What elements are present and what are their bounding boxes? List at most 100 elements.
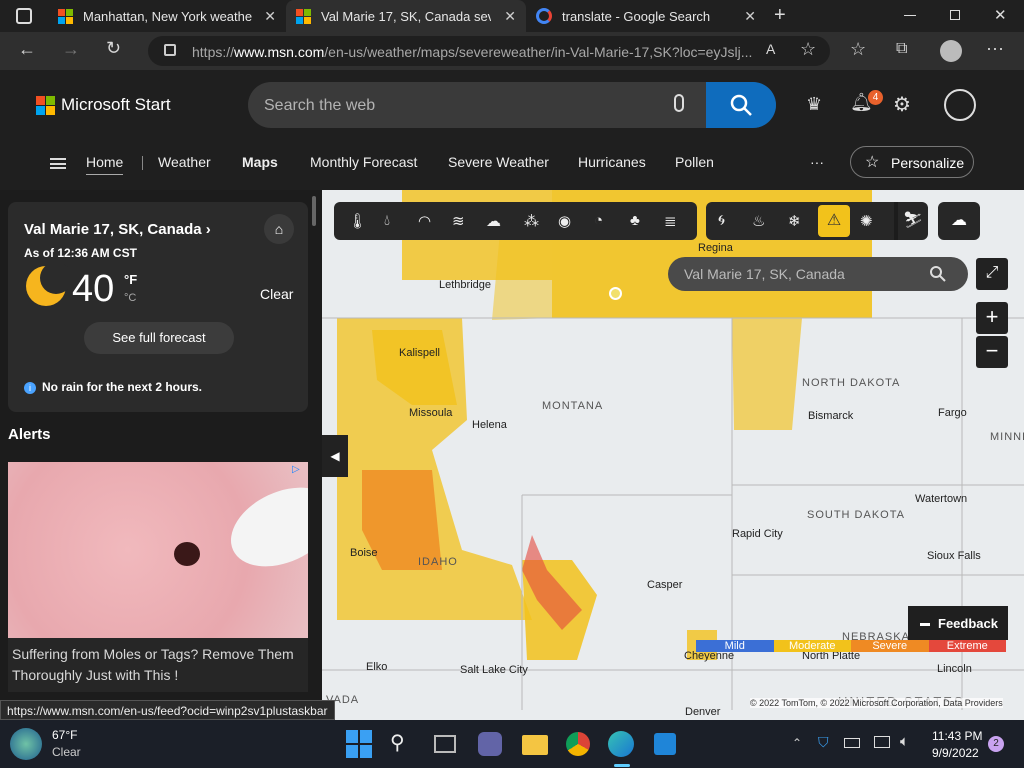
winter-snowflake-icon[interactable]: ❄: [788, 212, 801, 230]
cloud-icon[interactable]: ☁︎: [486, 212, 501, 230]
severe-warning-icon[interactable]: ⚠: [818, 205, 850, 237]
favorites-icon[interactable]: ☆: [850, 39, 866, 60]
ad-card[interactable]: ▷ Suffering from Moles or Tags? Remove T…: [8, 462, 308, 692]
humidity-icon[interactable]: ⁂: [524, 212, 539, 230]
unit-fahrenheit[interactable]: °F: [124, 272, 137, 287]
keyboard-icon[interactable]: [844, 738, 860, 748]
new-tab-button[interactable]: +: [774, 4, 786, 27]
pressure-icon[interactable]: ◔: [594, 212, 603, 229]
tornado-layer-icon[interactable]: ☁: [938, 202, 980, 240]
security-shield-icon[interactable]: ⛉: [818, 734, 829, 751]
volume-icon[interactable]: 🔈︎: [900, 733, 909, 750]
nav-monthly-forecast[interactable]: Monthly Forecast: [310, 154, 417, 170]
clock-date[interactable]: 9/9/2022: [932, 746, 979, 760]
collections-icon[interactable]: ⧉: [896, 40, 907, 58]
teams-chat-icon[interactable]: [478, 732, 502, 756]
map-city-label: Casper: [647, 579, 683, 591]
microsoft-start-logo[interactable]: Microsoft Start: [36, 95, 171, 115]
collapse-panel-button[interactable]: ◀: [322, 435, 348, 477]
visibility-icon[interactable]: ◉: [558, 212, 571, 230]
brand-name: Microsoft Start: [61, 95, 171, 114]
more-options-icon[interactable]: ···: [986, 38, 1004, 59]
wind-icon[interactable]: ≋: [452, 212, 465, 230]
radar-icon[interactable]: ◠: [418, 212, 431, 230]
zoom-out-button[interactable]: −: [976, 336, 1008, 368]
microphone-icon[interactable]: [674, 94, 684, 112]
settings-gear-icon[interactable]: ⚙: [893, 92, 911, 117]
clock-time[interactable]: 11:43 PM: [932, 729, 982, 743]
sidebar-scrollbar[interactable]: [312, 196, 316, 226]
profile-avatar[interactable]: [940, 40, 962, 62]
weather-widget[interactable]: 67°F Clear: [6, 724, 126, 764]
map-city-label: Sioux Falls: [927, 550, 981, 562]
tab-translate[interactable]: translate - Google Search ✕: [526, 0, 766, 32]
personalize-button[interactable]: ☆ Personalize: [850, 146, 974, 178]
refresh-icon[interactable]: ↻: [106, 38, 121, 59]
moon-icon: [26, 264, 68, 306]
chrome-icon[interactable]: [566, 732, 590, 756]
nav-hurricanes[interactable]: Hurricanes: [578, 154, 646, 170]
unit-celsius[interactable]: °C: [124, 292, 136, 304]
nav-home[interactable]: Home: [86, 154, 124, 175]
location-link[interactable]: Val Marie 17, SK, Canada ›: [24, 221, 211, 238]
nav-more-icon[interactable]: ···: [810, 154, 824, 170]
zoom-in-button[interactable]: +: [976, 302, 1008, 334]
map-city-label: Salt Lake City: [460, 664, 528, 676]
edge-icon[interactable]: [608, 731, 634, 757]
tab-val-marie[interactable]: Val Marie 17, SK, Canada severe ✕: [286, 0, 526, 32]
adchoices-icon[interactable]: ▷: [292, 464, 300, 475]
earthquake-icon[interactable]: ✺: [860, 212, 873, 230]
tab-actions-icon[interactable]: [16, 8, 32, 24]
address-bar[interactable]: https://www.msn.com/en-us/weather/maps/s…: [148, 36, 830, 66]
nav-weather[interactable]: Weather: [158, 154, 211, 170]
map-location-search[interactable]: Val Marie 17, SK, Canada: [668, 257, 968, 291]
ad-image-mole: [174, 542, 200, 566]
home-location-icon[interactable]: ⌂: [264, 214, 294, 244]
windows-start-icon[interactable]: [346, 730, 374, 758]
read-aloud-icon[interactable]: A: [766, 41, 775, 57]
web-search-box[interactable]: Search the web: [248, 82, 776, 128]
display-icon[interactable]: [874, 736, 890, 748]
air-quality-icon[interactable]: ≣: [664, 212, 677, 230]
legend-extreme: Extreme: [928, 640, 1006, 652]
account-icon[interactable]: [944, 89, 976, 121]
notification-center-badge[interactable]: 2: [988, 736, 1004, 752]
feedback-button[interactable]: ▬ Feedback: [908, 606, 1008, 640]
fullscreen-button[interactable]: ⤢: [976, 258, 1008, 290]
taskbar-temp: 67°F: [52, 728, 78, 742]
nav-pollen[interactable]: Pollen: [675, 154, 714, 170]
search-button[interactable]: [706, 82, 776, 128]
hidden-icons-icon[interactable]: ⌃: [792, 736, 802, 750]
temperature-icon[interactable]: 🌡︎: [348, 212, 367, 230]
precipitation-icon[interactable]: 💧︎: [384, 212, 390, 229]
forward-icon[interactable]: →: [62, 39, 80, 60]
hurricane-icon[interactable]: 🌀︎: [718, 212, 725, 229]
ad-text[interactable]: Suffering from Moles or Tags? Remove The…: [12, 644, 302, 686]
microsoft-store-icon[interactable]: [654, 733, 676, 755]
close-window-button[interactable]: ✕: [994, 6, 1007, 24]
nav-maps[interactable]: Maps: [242, 154, 278, 170]
menu-hamburger-icon[interactable]: [50, 158, 66, 169]
minimize-button[interactable]: [904, 15, 916, 16]
map-state-label: NORTH DAKOTA: [802, 377, 901, 389]
tab-title: Manhattan, New York weather fo: [83, 8, 253, 24]
task-view-icon[interactable]: [434, 735, 456, 753]
rewards-trophy-icon[interactable]: ♛: [806, 94, 822, 115]
add-favorite-icon[interactable]: ☆: [800, 39, 816, 60]
ski-icon[interactable]: ⛷: [894, 202, 928, 240]
map-city-label: Elko: [366, 661, 388, 673]
wildfire-icon[interactable]: ♨: [752, 212, 765, 230]
map-city-label: Kalispell: [399, 347, 440, 359]
close-tab-icon[interactable]: ✕: [264, 8, 276, 25]
pollen-icon[interactable]: ♣︎: [630, 212, 640, 229]
severe-weather-map[interactable]: Regina Lethbridge Kalispell Missoula Hel…: [322, 190, 1024, 720]
search-icon[interactable]: ⚲: [390, 730, 418, 758]
tab-manhattan[interactable]: Manhattan, New York weather fo ✕: [48, 0, 286, 32]
file-explorer-icon[interactable]: [522, 735, 548, 755]
back-icon[interactable]: ←: [18, 39, 36, 60]
restore-button[interactable]: [950, 10, 960, 20]
nav-severe-weather[interactable]: Severe Weather: [448, 154, 549, 170]
close-tab-icon[interactable]: ✕: [744, 8, 756, 25]
close-tab-icon[interactable]: ✕: [504, 8, 516, 25]
full-forecast-button[interactable]: See full forecast: [84, 322, 234, 354]
